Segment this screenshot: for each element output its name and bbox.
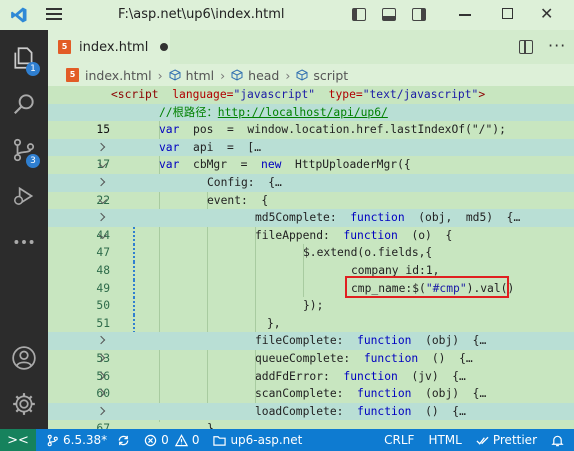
toggle-sidebar-icon[interactable] [352,8,366,21]
cube-icon [296,69,308,81]
modified-gutter-mark [133,297,135,315]
modified-gutter-mark [133,262,135,280]
modified-gutter-mark [133,314,135,333]
tab-bar: 5 index.html ··· [48,30,574,64]
settings-gear-icon[interactable] [0,382,48,426]
code-line: 15 //根路径：http://localhost/api/up6/ [48,103,574,136]
modified-gutter-mark [133,279,135,298]
code-line: 16 var pos = window.location.href.lastIn… [48,121,574,154]
code-line: 63 scanComplete: function (obj) {… [48,385,574,418]
warning-icon [174,433,188,446]
code-line: 14 <script language="javascript" type="t… [48,86,574,119]
fold-chevron-icon[interactable] [96,332,108,350]
warning-count: 0 [191,433,200,447]
code-line: 21 var cbMgr = new HttpUploaderMgr({ [48,156,574,189]
tab-label: index.html [79,39,149,55]
problems-button[interactable]: 0 0 [144,433,199,447]
unsaved-dot-icon[interactable] [160,43,169,51]
highlight-box [345,276,509,298]
error-icon [144,434,157,446]
modified-gutter-mark [133,226,135,245]
breadcrumb-file[interactable]: index.html [85,68,152,83]
sync-button[interactable] [117,434,134,447]
code-line: 53 fileComplete: function (obj) {… [48,332,574,365]
breadcrumb: 5 index.html › html › head › script [48,64,574,86]
folder-button[interactable]: up6-asp.net [213,433,302,447]
code-line: 17 var api = [… [48,138,574,171]
code-line: 56 queueComplete: function () {… [48,350,574,383]
tab-index-html[interactable]: 5 index.html [48,30,170,64]
fold-chevron-icon[interactable] [96,174,108,192]
remote-indicator-button[interactable]: >< [0,429,36,451]
code-editor[interactable]: 14 <script language="javascript" type="t… [48,86,574,429]
chevron-right-icon: › [157,67,163,83]
account-icon[interactable] [0,336,48,380]
html5-icon: 5 [66,68,79,82]
sync-icon [118,435,129,445]
close-button[interactable]: ✕ [540,4,553,23]
branch-button[interactable]: 6.5.38* [46,433,107,447]
double-check-icon [476,436,489,445]
eol-button[interactable]: CRLF [384,433,414,447]
breadcrumb-script[interactable]: script [313,68,348,83]
split-editor-icon[interactable] [519,40,533,54]
code-line: 48 $.extend(o.fields,{ [48,244,574,277]
code-line: 70 }, [207,422,221,429]
fold-chevron-icon[interactable] [96,368,108,386]
language-mode-button[interactable]: HTML [428,433,461,447]
more-actions-icon[interactable]: ··· [548,36,566,55]
chevron-right-icon: › [285,67,291,83]
code-line: 51 }); [48,297,574,330]
maximize-button[interactable] [502,8,513,19]
notifications-bell-icon[interactable] [551,434,568,447]
code-link[interactable]: http://localhost/api/up6/ [218,106,388,119]
folder-icon [213,435,227,446]
status-bar: >< 6.5.38* 0 0 up6-asp.net CRLF HTML Pre… [0,429,574,451]
minimize-button[interactable] [459,14,471,16]
fold-chevron-icon[interactable] [96,139,108,157]
code-line: 60 addFdError: function (jv) {… [48,368,574,401]
modified-gutter-mark [133,244,135,262]
fold-chevron-icon[interactable] [96,209,108,227]
code-line: 43 event: { [48,192,574,225]
search-icon[interactable] [0,82,48,126]
fold-chevron-icon[interactable] [96,403,108,421]
activity-bar: 1 3 [0,30,48,429]
code-line: 44 md5Complete: function (obj, md5) {… [48,209,574,242]
vscode-logo-icon [11,7,27,23]
prettier-button[interactable]: Prettier [476,433,537,447]
git-branch-icon [47,434,58,446]
source-control-badge: 3 [26,154,40,168]
source-control-icon[interactable]: 3 [0,128,48,172]
branch-label: 6.5.38* [63,433,108,447]
cube-icon [169,69,181,81]
run-debug-icon[interactable] [0,174,48,218]
folder-label: up6-asp.net [230,433,303,447]
toggle-panel-icon[interactable] [382,8,396,21]
fold-chevron-icon[interactable] [93,230,111,242]
breadcrumb-html[interactable]: html [186,68,214,83]
code-line: 22 Config: {… [48,174,574,207]
cube-icon [231,69,243,81]
breadcrumb-head[interactable]: head [248,68,279,83]
fold-chevron-icon[interactable] [93,159,111,171]
chevron-right-icon: › [220,67,226,83]
html5-icon: 5 [58,40,71,54]
menu-icon[interactable] [46,8,62,22]
code-line: 52 }, [48,314,574,347]
code-line: 67 loadComplete: function () {… [48,402,574,429]
title-bar: F:\asp.net\up6\index.html ✕ [0,0,574,30]
code-line: 47 fileAppend: function (o) { [48,226,574,259]
explorer-icon[interactable]: 1 [0,36,48,80]
fold-chevron-icon[interactable] [96,385,108,403]
fold-chevron-icon[interactable] [93,194,111,206]
explorer-badge: 1 [26,62,40,76]
window-title: F:\asp.net\up6\index.html [118,7,285,22]
error-count: 0 [161,433,169,447]
fold-chevron-icon[interactable] [96,350,108,368]
toggle-secondary-sidebar-icon[interactable] [412,8,426,21]
more-icon[interactable] [0,220,48,264]
